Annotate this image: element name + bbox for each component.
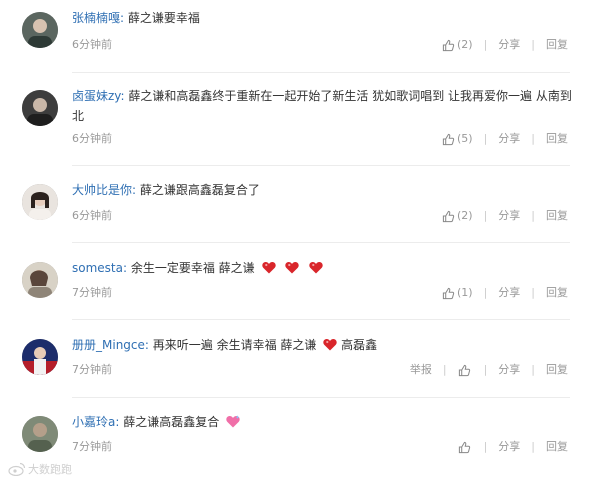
comment-time: 6分钟前 (72, 38, 112, 51)
username-link[interactable]: 小嘉玲a: (72, 415, 119, 429)
divider: | (483, 440, 488, 453)
share-button[interactable]: 分享 (498, 440, 520, 454)
separator (72, 165, 570, 166)
separator (72, 72, 570, 73)
comment-actions: (1) | 分享 | 回复 (442, 286, 568, 300)
divider: | (483, 38, 488, 51)
username-link[interactable]: 卤蛋妹zy: (72, 89, 125, 103)
watermark: 大数跑跑 (8, 461, 72, 477)
like-button[interactable]: (1) (442, 286, 473, 300)
share-button[interactable]: 分享 (498, 363, 520, 377)
comment-actions: (2) | 分享 | 回复 (442, 38, 568, 52)
comment-text: 卤蛋妹zy: 薛之谦和高磊鑫终于重新在一起开始了新生活 犹如歌词唱到 让我再爱你… (72, 86, 572, 126)
thumbs-up-icon (458, 364, 470, 376)
weibo-logo-icon (8, 462, 26, 476)
avatar[interactable] (22, 416, 58, 452)
share-button[interactable]: 分享 (498, 286, 520, 300)
avatar[interactable] (22, 262, 58, 298)
avatar[interactable] (22, 12, 58, 48)
like-count: (2) (456, 209, 473, 222)
like-button[interactable] (458, 364, 473, 377)
divider: | (483, 209, 488, 222)
comment-text: 大帅比是你: 薛之谦跟高鑫磊复合了 (72, 180, 572, 200)
heart-emoji-icon (261, 261, 276, 274)
thumbs-up-icon (442, 210, 455, 222)
divider: | (531, 38, 535, 51)
share-button[interactable]: 分享 (498, 38, 520, 52)
comment-time: 6分钟前 (72, 132, 112, 145)
thumbs-up-icon (458, 441, 470, 453)
comment-text: somesta: 余生一定要幸福 薛之谦 (72, 258, 572, 278)
like-button[interactable]: (5) (442, 132, 473, 146)
like-button[interactable] (458, 441, 473, 454)
thumbs-up-icon (442, 133, 455, 145)
divider: | (442, 363, 447, 376)
heart-emoji-icon (309, 261, 323, 274)
like-button[interactable]: (2) (442, 209, 473, 223)
separator (72, 319, 570, 320)
comment-body: 余生一定要幸福 薛之谦 (130, 261, 255, 275)
divider: | (531, 209, 535, 222)
comment-body: 高磊鑫 (341, 338, 378, 352)
divider: | (531, 286, 535, 299)
comment-time: 6分钟前 (72, 209, 112, 222)
thumbs-up-icon (442, 39, 455, 51)
comment-time: 7分钟前 (72, 440, 112, 453)
avatar[interactable] (22, 90, 58, 126)
divider: | (531, 363, 535, 376)
reply-button[interactable]: 回复 (546, 132, 568, 146)
divider: | (483, 363, 488, 376)
share-button[interactable]: 分享 (498, 209, 520, 223)
like-button[interactable]: (2) (442, 38, 473, 52)
comment-body: 薛之谦和高磊鑫终于重新在一起开始了新生活 犹如歌词唱到 让我再爱你一遍 从南到 (128, 89, 572, 103)
username-link[interactable]: somesta: (72, 261, 127, 275)
comment-text: 小嘉玲a: 薛之谦高磊鑫复合 (72, 412, 572, 432)
username-link[interactable]: 张楠楠嘎: (72, 11, 124, 25)
divider: | (483, 286, 488, 299)
heart-emoji-icon (285, 261, 300, 274)
thumbs-up-icon (442, 287, 455, 299)
comment-actions: 举报 | | 分享 | 回复 (410, 363, 568, 377)
reply-button[interactable]: 回复 (546, 363, 568, 377)
comment-actions: (2) | 分享 | 回复 (442, 209, 568, 223)
like-count: (1) (456, 286, 473, 299)
reply-button[interactable]: 回复 (546, 440, 568, 454)
watermark-text: 大数跑跑 (28, 463, 72, 476)
divider: | (531, 132, 535, 145)
comment-text: 册册_Mingce: 再来听一遍 余生请幸福 薛之谦 高磊鑫 (72, 335, 572, 355)
share-button[interactable]: 分享 (498, 132, 520, 146)
comment-text: 张楠楠嘎: 薛之谦要幸福 (72, 8, 572, 28)
comment-actions: | 分享 | 回复 (458, 440, 568, 454)
comment-body: 薛之谦跟高鑫磊复合了 (139, 183, 260, 197)
separator (72, 397, 570, 398)
reply-button[interactable]: 回复 (546, 38, 568, 52)
sparkling-heart-icon (226, 415, 240, 428)
username-link[interactable]: 大帅比是你: (72, 183, 136, 197)
comment-body: 再来听一遍 余生请幸福 薛之谦 (152, 338, 317, 352)
separator (72, 242, 570, 243)
reply-button[interactable]: 回复 (546, 286, 568, 300)
avatar[interactable] (22, 184, 58, 220)
comment-body: 北 (72, 109, 85, 123)
reply-button[interactable]: 回复 (546, 209, 568, 223)
comment-time: 7分钟前 (72, 286, 112, 299)
comment-actions: (5) | 分享 | 回复 (442, 132, 568, 146)
report-button[interactable]: 举报 (410, 363, 432, 377)
like-count: (5) (456, 132, 473, 145)
like-count: (2) (456, 38, 473, 51)
heart-emoji-icon (323, 338, 337, 351)
comment-body: 薛之谦高磊鑫复合 (123, 415, 220, 429)
comment-body: 薛之谦要幸福 (127, 11, 200, 25)
divider: | (531, 440, 535, 453)
divider: | (483, 132, 488, 145)
comment-time: 7分钟前 (72, 363, 112, 376)
avatar[interactable] (22, 339, 58, 375)
username-link[interactable]: 册册_Mingce: (72, 338, 149, 352)
